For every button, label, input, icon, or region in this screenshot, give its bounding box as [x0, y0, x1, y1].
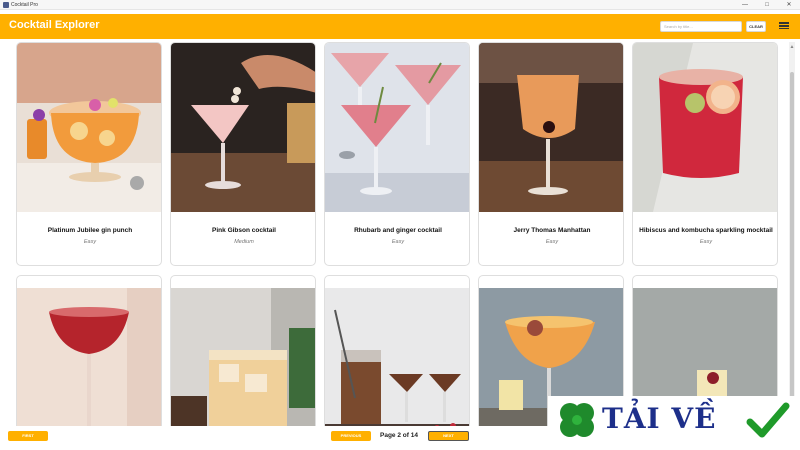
scrollbar-thumb[interactable] — [790, 72, 794, 412]
window-title: Cocktail Pro — [11, 2, 38, 8]
cocktail-image — [171, 43, 315, 212]
scroll-up-arrow-icon[interactable]: ▲ — [789, 44, 795, 50]
cocktail-difficulty: Medium — [234, 239, 254, 245]
cocktail-image — [479, 43, 623, 212]
cocktail-card[interactable]: Rhubarb and ginger cocktail Easy — [324, 42, 470, 266]
page-indicator: Page 2 of 14 — [380, 432, 418, 439]
cocktail-name: Hibiscus and kombucha sparkling mocktail — [639, 227, 773, 234]
cocktail-image — [17, 43, 161, 212]
cocktail-card[interactable] — [170, 275, 316, 426]
cocktail-image — [17, 288, 161, 426]
app-header: Cocktail Explorer CLEAR — [0, 14, 800, 39]
close-icon[interactable]: ✕ — [778, 0, 800, 10]
cocktail-name: Rhubarb and ginger cocktail — [354, 227, 442, 234]
app-icon — [3, 2, 9, 8]
cocktail-difficulty: Easy — [545, 239, 559, 245]
cocktail-image — [171, 288, 315, 426]
minimize-icon[interactable]: — — [734, 0, 756, 10]
cocktail-card[interactable] — [16, 275, 162, 426]
cocktail-name: Jerry Thomas Manhattan — [513, 227, 591, 234]
cocktail-image — [325, 288, 469, 426]
next-page-button[interactable]: NEXT — [428, 431, 469, 441]
maximize-icon[interactable]: □ — [756, 0, 778, 10]
previous-page-button[interactable]: PREVIOUS — [331, 431, 371, 441]
cocktail-card[interactable]: Pink Gibson cocktail Medium — [170, 42, 316, 266]
clover-icon — [560, 403, 594, 437]
cocktail-difficulty: Easy — [391, 239, 405, 245]
download-watermark-banner: TẢI VỀ — [548, 396, 800, 444]
clear-button[interactable]: CLEAR — [746, 21, 766, 32]
menu-icon[interactable] — [779, 21, 789, 30]
cocktail-card[interactable] — [324, 275, 470, 426]
window-titlebar: Cocktail Pro — □ ✕ — [0, 0, 800, 10]
cocktail-image — [325, 43, 469, 212]
cocktail-image — [633, 43, 777, 212]
first-page-button[interactable]: FIRST — [8, 431, 48, 441]
search-input[interactable] — [660, 21, 742, 32]
app-title: Cocktail Explorer — [9, 19, 100, 31]
download-banner-text: TẢI VỀ — [602, 402, 717, 435]
checkmark-icon — [746, 402, 790, 438]
cocktail-grid: Platinum Jubilee gin punch Easy Pink Gib… — [0, 42, 790, 426]
cocktail-name: Pink Gibson cocktail — [212, 227, 276, 234]
cocktail-card[interactable]: Hibiscus and kombucha sparkling mocktail… — [632, 42, 778, 266]
cocktail-card[interactable]: Platinum Jubilee gin punch Easy — [16, 42, 162, 266]
cocktail-difficulty: Easy — [83, 239, 97, 245]
cocktail-card[interactable]: Jerry Thomas Manhattan Easy — [478, 42, 624, 266]
cocktail-difficulty: Easy — [699, 239, 713, 245]
cocktail-name: Platinum Jubilee gin punch — [47, 227, 133, 234]
